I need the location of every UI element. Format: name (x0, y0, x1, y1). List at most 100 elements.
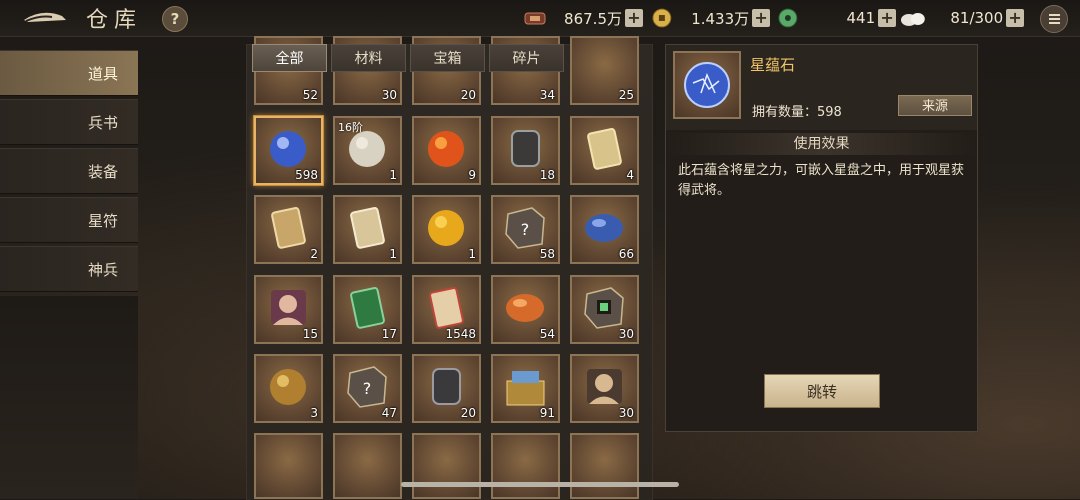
item-count: 30 (381, 88, 397, 102)
item-slot[interactable] (491, 433, 560, 499)
item-count: 20 (460, 406, 476, 420)
filter-tabs: 全部 材料 宝箱 碎片 (252, 44, 564, 72)
compass-sword-icon (511, 130, 540, 167)
page-title: 仓库 (86, 8, 143, 33)
item-slot[interactable]: 2 (254, 195, 323, 264)
sidebar-item-war-books[interactable]: 兵书 (0, 99, 138, 145)
add-jade-button[interactable]: + (878, 9, 896, 27)
sidebar-item-equipment[interactable]: 装备 (0, 148, 138, 194)
warrior-portrait-icon (587, 369, 622, 404)
detail-item-quantity: 拥有数量：598 (752, 105, 842, 120)
add-scroll-token-button[interactable]: + (625, 9, 643, 27)
resource-jade: 441 + (776, 7, 896, 29)
item-detail-panel: 星蕴石 拥有数量：598 来源 使用效果 此石蕴含将星之力，可嵌入星盘之中，用于… (665, 44, 978, 432)
item-slot[interactable] (254, 433, 323, 499)
item-slot[interactable] (570, 433, 639, 499)
resource-value: 441 (846, 9, 876, 27)
item-count: 34 (539, 88, 555, 102)
item-count: 91 (539, 406, 555, 420)
item-slot[interactable]: 30 (570, 354, 639, 423)
resource-steamed-bun: 81/300 + (900, 7, 1024, 29)
svg-text:?: ? (521, 220, 530, 239)
item-count: 66 (618, 247, 634, 261)
mystery-fragment-icon: ? (347, 366, 387, 408)
add-coin-button[interactable]: + (752, 9, 770, 27)
item-slot[interactable]: 1548 (412, 275, 481, 344)
add-stamina-button[interactable]: + (1006, 9, 1024, 27)
item-count: 1548 (445, 327, 476, 341)
sidebar-item-divine-weapon[interactable]: 神兵 (0, 246, 138, 292)
item-slot[interactable]: 30 (570, 275, 639, 344)
item-slot[interactable]: 1 (333, 195, 402, 264)
item-slot[interactable]: ? 47 (333, 354, 402, 423)
tab-materials[interactable]: 材料 (331, 44, 406, 72)
item-slot[interactable]: 1 (412, 195, 481, 264)
item-count: 30 (618, 327, 634, 341)
item-count: 9 (468, 168, 476, 182)
item-slot[interactable]: 54 (491, 275, 560, 344)
item-description: 此石蕴含将星之力，可嵌入星盘之中，用于观星获得武将。 (678, 163, 965, 198)
menu-line (1049, 22, 1060, 24)
star-stone-icon (270, 131, 306, 167)
tab-all[interactable]: 全部 (252, 44, 327, 72)
item-level-badge: 16阶 (338, 121, 363, 134)
star-stone-icon (684, 62, 730, 108)
jump-button[interactable]: 跳转 (764, 374, 880, 408)
help-button[interactable]: ? (162, 6, 188, 32)
detail-item-name: 星蕴石 (750, 56, 796, 74)
item-slot[interactable]: ? 58 (491, 195, 560, 264)
item-slot[interactable]: 20 (412, 354, 481, 423)
sidebar-item-star-talisman[interactable]: 星符 (0, 197, 138, 243)
item-slot[interactable]: 598 (254, 116, 323, 185)
rolled-scroll-icon (350, 207, 385, 249)
item-count: 1 (389, 168, 397, 182)
tab-chests[interactable]: 宝箱 (410, 44, 485, 72)
scroll-icon (587, 128, 622, 170)
item-count: 20 (460, 88, 476, 102)
detail-item-icon (673, 51, 741, 119)
green-scroll-icon (350, 287, 385, 329)
item-grid-panel (246, 44, 653, 500)
item-slot[interactable]: 18 (491, 116, 560, 185)
item-slot[interactable]: 4 (570, 116, 639, 185)
back-arrow-icon[interactable] (22, 6, 68, 28)
item-count: 52 (302, 88, 318, 102)
item-slot[interactable]: 25 (570, 36, 639, 105)
item-slot[interactable]: 66 (570, 195, 639, 264)
menu-button[interactable] (1040, 5, 1068, 33)
orange-bean-icon (506, 294, 544, 322)
tab-fragments[interactable]: 碎片 (489, 44, 564, 72)
use-effect-header: 使用效果 (666, 133, 977, 155)
gold-ring-icon (270, 369, 306, 405)
item-slot[interactable]: 91 (491, 354, 560, 423)
sidebar-item-items[interactable]: 道具 (0, 50, 138, 96)
item-slot[interactable]: 16阶 1 (333, 116, 402, 185)
item-count: 1 (389, 247, 397, 261)
item-count: 58 (539, 247, 555, 261)
item-count: 25 (618, 88, 634, 102)
blue-bean-icon (585, 214, 623, 242)
amber-gem-icon (428, 210, 464, 246)
svg-text:?: ? (363, 379, 372, 398)
item-slot[interactable] (412, 433, 481, 499)
sidebar-background (0, 296, 138, 499)
item-slot[interactable]: 9 (412, 116, 481, 185)
item-slot[interactable] (333, 433, 402, 499)
home-indicator (401, 482, 679, 487)
mystery-fragment-icon: ? (505, 207, 545, 249)
item-count: 54 (539, 327, 555, 341)
item-count: 2 (310, 247, 318, 261)
treasure-chest-icon (506, 371, 545, 406)
menu-line (1049, 14, 1060, 16)
item-slot[interactable]: 3 (254, 354, 323, 423)
top-bar: 仓库 ? 867.5万 + 1.433万 + 441 + 81/300 + (0, 0, 1080, 37)
item-count: 598 (295, 168, 318, 182)
scroll-token-icon (524, 12, 546, 25)
source-button[interactable]: 来源 (898, 95, 972, 116)
general-portrait-icon (271, 290, 306, 325)
item-slot[interactable]: 17 (333, 275, 402, 344)
resource-value: 1.433万 (691, 9, 750, 28)
jade-icon (778, 8, 798, 28)
item-slot[interactable]: 15 (254, 275, 323, 344)
resource-value: 867.5万 (564, 9, 622, 28)
